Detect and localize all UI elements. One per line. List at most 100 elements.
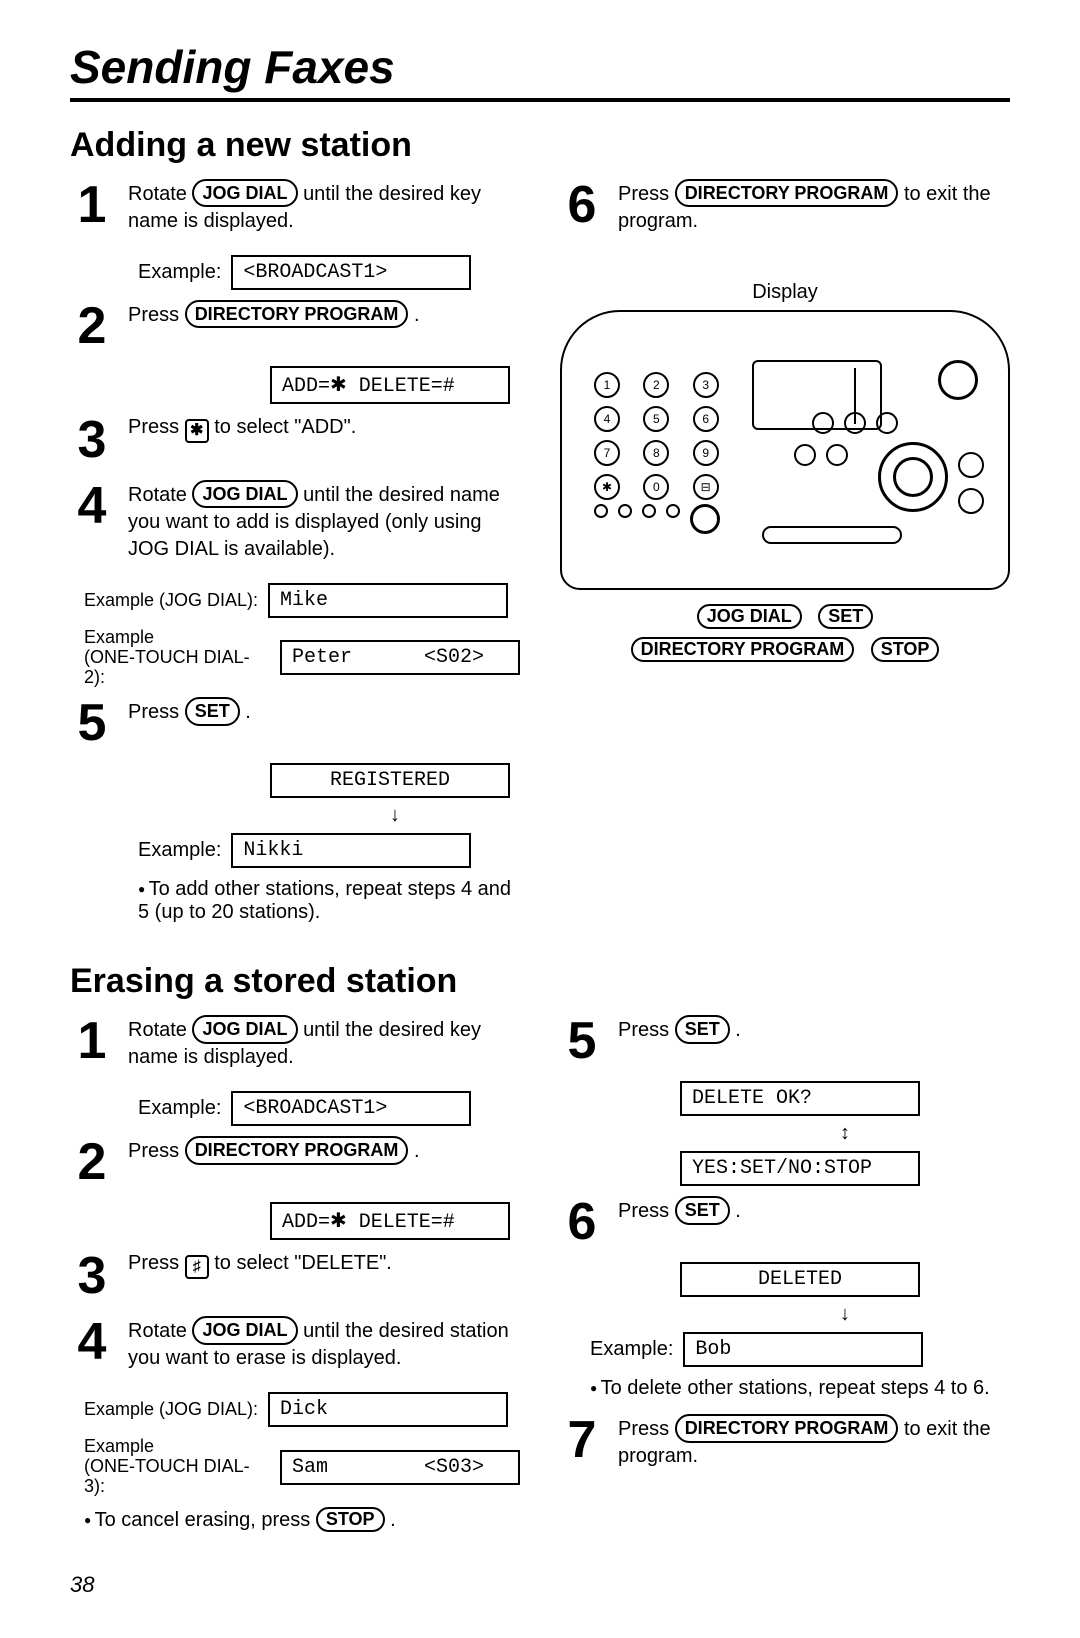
step-number: 2: [70, 300, 114, 352]
section-heading-erasing: Erasing a stored station: [70, 962, 1010, 1001]
jog-dial-button[interactable]: JOG DIAL: [192, 179, 297, 207]
set-button[interactable]: SET: [675, 1196, 730, 1224]
example-jog-label: Example (JOG DIAL):: [84, 1400, 258, 1420]
lcd-display: DELETE OK?: [680, 1081, 920, 1116]
adding-step-1: 1 Rotate JOG DIAL until the desired key …: [70, 179, 520, 241]
directory-program-button[interactable]: DIRECTORY PROGRAM: [185, 1136, 409, 1164]
page-number: 38: [70, 1572, 1010, 1598]
step-text: Press DIRECTORY PROGRAM to exit the prog…: [618, 1414, 1010, 1470]
example-one-touch-2-label: Example (ONE-TOUCH DIAL-2):: [84, 628, 270, 687]
erasing-step-7: 7 Press DIRECTORY PROGRAM to exit the pr…: [560, 1414, 1010, 1476]
example-one-touch-3-label: Example (ONE-TOUCH DIAL-3):: [84, 1437, 270, 1496]
erasing-step-3: 3 Press ♯ to select "DELETE".: [70, 1250, 520, 1302]
lcd-display: YES:SET/NO:STOP: [680, 1151, 920, 1186]
lcd-display: Dick: [268, 1392, 508, 1427]
step-text: Rotate JOG DIAL until the desired key na…: [128, 1015, 520, 1071]
stop-button[interactable]: STOP: [316, 1507, 385, 1532]
example-label: Example:: [138, 1097, 221, 1120]
example-jog-label: Example (JOG DIAL):: [84, 591, 258, 611]
adding-step-4: 4 Rotate JOG DIAL until the desired name…: [70, 480, 520, 569]
lcd-display: Mike: [268, 583, 508, 618]
device-callouts: JOG DIAL SET DIRECTORY PROGRAM STOP: [560, 600, 1010, 666]
lcd-display: DELETED: [680, 1262, 920, 1297]
adding-step-3: 3 Press ✱ to select "ADD".: [70, 414, 520, 466]
adding-step-5: 5 Press SET .: [70, 697, 520, 749]
jog-dial-button[interactable]: JOG DIAL: [697, 604, 802, 629]
erasing-step-4: 4 Rotate JOG DIAL until the desired stat…: [70, 1316, 520, 1378]
erasing-note-4: To cancel erasing, press STOP .: [84, 1507, 520, 1532]
jog-dial-button[interactable]: JOG DIAL: [192, 480, 297, 508]
erasing-left-col: 1 Rotate JOG DIAL until the desired key …: [70, 1015, 520, 1531]
set-button[interactable]: SET: [185, 697, 240, 725]
adding-step-2: 2 Press DIRECTORY PROGRAM .: [70, 300, 520, 352]
star-key[interactable]: ✱: [185, 419, 209, 443]
step-number: 5: [560, 1015, 604, 1067]
lcd-display: Bob: [683, 1332, 923, 1367]
erasing-note-6: To delete other stations, repeat steps 4…: [590, 1377, 1010, 1400]
jog-dial-button[interactable]: JOG DIAL: [192, 1316, 297, 1344]
keypad-icon: 123 456 789 ✱0⊟: [594, 372, 734, 500]
page-title: Sending Faxes: [70, 40, 1010, 102]
arrow-down-icon: ↓: [270, 804, 520, 827]
step-number: 3: [70, 1250, 114, 1302]
step-text: Press DIRECTORY PROGRAM .: [128, 300, 520, 329]
step-text: Press ✱ to select "ADD".: [128, 414, 520, 443]
lcd-display: Peter <S02>: [280, 640, 520, 675]
stop-button[interactable]: STOP: [871, 637, 940, 662]
device-illustration: 123 456 789 ✱0⊟: [560, 310, 1010, 590]
hash-key[interactable]: ♯: [185, 1255, 209, 1279]
lcd-display: ADD=✱ DELETE=#: [270, 1202, 510, 1240]
example-label: Example:: [138, 839, 221, 862]
step-text: Press SET .: [618, 1196, 1010, 1225]
jog-dial-button[interactable]: JOG DIAL: [192, 1015, 297, 1043]
adding-note-5: To add other stations, repeat steps 4 an…: [138, 878, 520, 924]
example-label: Example:: [138, 261, 221, 284]
step-text: Press DIRECTORY PROGRAM .: [128, 1136, 520, 1165]
erasing-step-2: 2 Press DIRECTORY PROGRAM .: [70, 1136, 520, 1188]
step-text: Rotate JOG DIAL until the desired name y…: [128, 480, 520, 563]
directory-program-button[interactable]: DIRECTORY PROGRAM: [675, 1414, 899, 1442]
directory-program-button[interactable]: DIRECTORY PROGRAM: [631, 637, 855, 662]
step-number: 5: [70, 697, 114, 749]
step-number: 3: [70, 414, 114, 466]
step-text: Rotate JOG DIAL until the desired key na…: [128, 179, 520, 235]
step-number: 6: [560, 1196, 604, 1248]
step-number: 4: [70, 1316, 114, 1378]
jog-dial-icon: [878, 442, 948, 512]
directory-program-button[interactable]: DIRECTORY PROGRAM: [185, 300, 409, 328]
page: Sending Faxes Adding a new station 1 Rot…: [0, 0, 1080, 1638]
set-button[interactable]: SET: [818, 604, 873, 629]
erasing-step-6: 6 Press SET .: [560, 1196, 1010, 1248]
step-number: 1: [70, 179, 114, 241]
erasing-columns: 1 Rotate JOG DIAL until the desired key …: [70, 1015, 1010, 1531]
step-text: Press SET .: [128, 697, 520, 726]
lcd-display: ADD=✱ DELETE=#: [270, 366, 510, 404]
display-label: Display: [560, 281, 1010, 304]
arrow-down-icon: ↓: [680, 1303, 1010, 1326]
step-number: 2: [70, 1136, 114, 1188]
step-number: 1: [70, 1015, 114, 1077]
adding-columns: 1 Rotate JOG DIAL until the desired key …: [70, 179, 1010, 924]
lcd-display: REGISTERED: [270, 763, 510, 798]
erasing-step-5: 5 Press SET .: [560, 1015, 1010, 1067]
arrow-updown-icon: ↕: [680, 1122, 1010, 1145]
lcd-display: Nikki: [231, 833, 471, 868]
adding-left-col: 1 Rotate JOG DIAL until the desired key …: [70, 179, 520, 924]
erasing-right-col: 5 Press SET . DELETE OK? ↕ YES:SET/NO:ST…: [560, 1015, 1010, 1531]
section-heading-adding: Adding a new station: [70, 126, 1010, 165]
set-button[interactable]: SET: [675, 1015, 730, 1043]
example-label: Example:: [590, 1338, 673, 1361]
adding-step-6: 6 Press DIRECTORY PROGRAM to exit the pr…: [560, 179, 1010, 241]
step-text: Press SET .: [618, 1015, 1010, 1044]
adding-right-col: 6 Press DIRECTORY PROGRAM to exit the pr…: [560, 179, 1010, 924]
lcd-display: Sam <S03>: [280, 1450, 520, 1485]
step-number: 4: [70, 480, 114, 569]
step-number: 6: [560, 179, 604, 241]
erasing-step-1: 1 Rotate JOG DIAL until the desired key …: [70, 1015, 520, 1077]
lcd-display: <BROADCAST1>: [231, 255, 471, 290]
step-text: Press DIRECTORY PROGRAM to exit the prog…: [618, 179, 1010, 235]
step-number: 7: [560, 1414, 604, 1476]
lcd-display: <BROADCAST1>: [231, 1091, 471, 1126]
step-text: Rotate JOG DIAL until the desired statio…: [128, 1316, 520, 1372]
directory-program-button[interactable]: DIRECTORY PROGRAM: [675, 179, 899, 207]
